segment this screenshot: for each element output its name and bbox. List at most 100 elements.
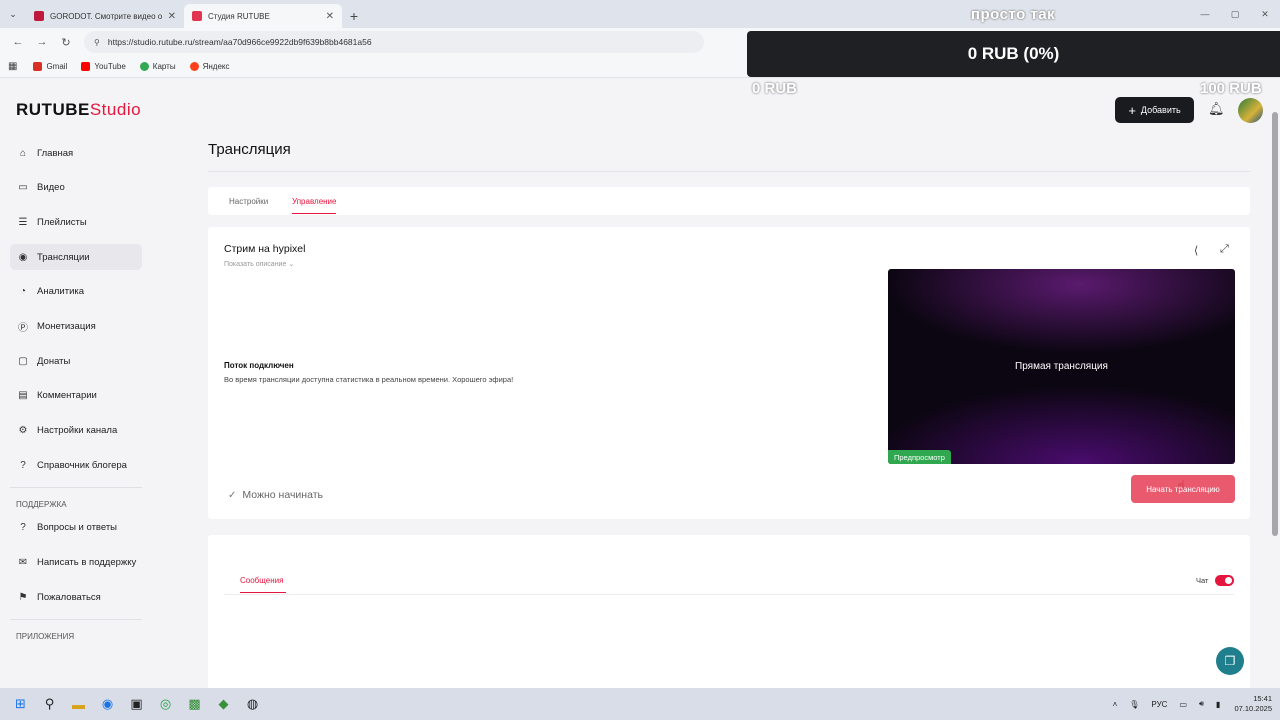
chat-toggle[interactable] — [1215, 575, 1234, 586]
forward-icon[interactable]: → — [30, 30, 54, 54]
logo-sub: Studio — [89, 100, 142, 119]
tab-settings[interactable]: Настройки — [229, 197, 268, 206]
sidebar-item-3[interactable]: ◉ Трансляции — [10, 244, 142, 271]
bookmark-gmail[interactable]: Gmail — [33, 62, 67, 71]
whatsapp-icon[interactable]: ◎ — [151, 688, 180, 720]
sidebar-item-label: Плейлисты — [37, 216, 87, 228]
sidebar-item-4[interactable]: ◔ Аналитика — [10, 279, 142, 305]
chat-bubble-icon: ❐ — [1224, 654, 1236, 668]
sidebar: ⌂ Главная ▭ Видео ☰ Плейлисты ◉ Трансляции ◔ Анал… — [10, 140, 145, 647]
windows-start-icon[interactable]: ⊞ — [6, 688, 35, 720]
sidebar-item-label: Монетизация — [37, 320, 96, 332]
page-scrollbar[interactable] — [1272, 112, 1278, 536]
bookmark-label: Gmail — [46, 62, 68, 71]
youtube-icon — [81, 62, 91, 71]
plus-icon: + — [1128, 102, 1136, 118]
sidebar-item-6[interactable]: ▢ Донаты — [10, 348, 142, 374]
add-button[interactable]: + Добавить — [1115, 97, 1194, 123]
tab-messages-underline — [240, 592, 286, 593]
chrome-icon[interactable]: ◉ — [93, 688, 122, 720]
sidebar-item-label: Комментарии — [37, 390, 97, 402]
obs-icon[interactable]: ◍ — [238, 688, 267, 720]
avatar[interactable] — [1238, 98, 1263, 123]
browser-tab-gorodot[interactable]: GORODOT. Смотрите видео он... ✕ — [26, 4, 184, 28]
stream-card: Стрим на hypixel Показать описание ⌄ ⟨ ⤢… — [208, 227, 1250, 519]
bookmark-maps[interactable]: Карты — [139, 62, 176, 71]
language-indicator[interactable]: РУС — [1151, 700, 1167, 709]
donate-icon: ▢ — [18, 355, 28, 367]
tab-close-icon[interactable]: ✕ — [168, 11, 176, 22]
tab-search-icon[interactable]: ⌄ — [0, 0, 26, 28]
apps-grid-icon[interactable]: ▦ — [8, 61, 17, 72]
tab-messages[interactable]: Сообщения — [240, 576, 283, 585]
sidebar-item-label: Написать в поддержку — [37, 557, 137, 569]
sidebar-support-item-1[interactable]: ✉ Написать в поддержку — [10, 550, 142, 576]
chevron-up-icon[interactable]: ˄ — [1113, 700, 1118, 709]
site-info-icon[interactable]: ⚲ — [94, 38, 100, 47]
share-icon[interactable]: ⟨ — [1194, 244, 1198, 257]
monitor-icon[interactable]: ▭ — [1179, 700, 1187, 709]
stream-preview[interactable]: Прямая трансляция Предпросмотр — [888, 269, 1235, 464]
add-button-label: Добавить — [1140, 105, 1181, 115]
sidebar-item-label: Видео — [37, 182, 65, 194]
donation-goal-amount: 0 RUB (0%) — [967, 44, 1060, 63]
url-field[interactable]: ⚲ https://studio.rutube.ru/stream/aa70d9… — [84, 31, 704, 53]
sidebar-support-item-0[interactable]: ? Вопросы и ответы — [10, 515, 142, 541]
system-tray: ˄ 🎙︎ РУС ▭ 🔊︎ ▮ 15:41 07.10.2025 — [1101, 688, 1272, 720]
tab-manage[interactable]: Управление — [292, 197, 337, 214]
bookmark-youtube[interactable]: YouTube — [81, 62, 126, 71]
bookmark-label: YouTube — [94, 62, 126, 71]
analytics-icon: ◔ — [19, 286, 27, 298]
external-link-icon[interactable]: ⤢ — [1220, 243, 1229, 256]
chat-toggle-label: Чат — [1196, 576, 1209, 585]
close-window-icon[interactable]: ✕ — [1250, 0, 1280, 28]
donation-goal-max: 100 RUB — [1200, 80, 1262, 97]
browser-tab-studio[interactable]: Студия RUTUBE ✕ — [184, 4, 342, 28]
battery-icon[interactable]: ▮ — [1216, 700, 1220, 709]
maximize-icon[interactable]: ▢ — [1220, 0, 1250, 28]
excel-icon[interactable]: ▩ — [180, 688, 209, 720]
minecraft-icon[interactable]: ◆ — [209, 688, 238, 720]
yandex-icon — [189, 62, 199, 71]
clock[interactable]: 15:41 07.10.2025 — [1234, 694, 1272, 714]
sidebar-support-item-2[interactable]: ⚑ Пожаловаться — [10, 584, 142, 610]
back-icon[interactable]: ← — [6, 30, 30, 54]
title-divider — [208, 171, 1250, 172]
sidebar-item-5[interactable]: Ⓟ Монетизация — [10, 313, 142, 339]
studio-favicon-icon — [192, 11, 202, 21]
apps-heading: ПРИЛОЖЕНИЯ — [16, 631, 75, 641]
tab-title: GORODOT. Смотрите видео он... — [50, 11, 162, 21]
window-controls: — ▢ ✕ — [1190, 0, 1280, 28]
flag-icon: ⚑ — [18, 591, 28, 603]
sidebar-item-0[interactable]: ⌂ Главная — [10, 140, 142, 166]
rutube-studio-logo[interactable]: RUTUBEStudio — [16, 100, 141, 120]
bell-icon[interactable]: 🔔︎ — [1208, 101, 1225, 117]
sidebar-divider — [10, 486, 142, 488]
minimize-icon[interactable]: — — [1190, 0, 1220, 28]
support-chat-button[interactable]: ❐ — [1216, 647, 1244, 675]
sidebar-item-8[interactable]: ⚙ Настройки канала — [10, 418, 142, 444]
volume-icon[interactable]: 🔊︎ — [1199, 699, 1204, 709]
bookmark-label: Яндекс — [202, 62, 230, 71]
chat-card: Сообщения Чат — [208, 535, 1250, 695]
show-description-label: Показать описание — [224, 261, 287, 268]
search-icon[interactable]: ⚲ — [35, 688, 64, 720]
app-icon[interactable]: ▣ — [122, 688, 151, 720]
sidebar-item-1[interactable]: ▭ Видео — [10, 175, 142, 201]
home-icon: ⌂ — [19, 147, 27, 159]
sidebar-item-7[interactable]: ▤ Комментарии — [10, 383, 142, 409]
gmail-icon — [33, 62, 43, 71]
help-icon: ? — [20, 459, 26, 471]
reload-icon[interactable]: ↻ — [54, 30, 78, 54]
gear-icon: ⚙ — [18, 425, 28, 436]
sidebar-item-label: Аналитика — [37, 286, 85, 298]
sidebar-item-2[interactable]: ☰ Плейлисты — [10, 209, 142, 235]
microphone-icon[interactable]: 🎙︎ — [1129, 700, 1139, 709]
new-tab-button[interactable]: + — [342, 4, 366, 28]
show-description-toggle[interactable]: Показать описание ⌄ — [224, 260, 294, 268]
sidebar-item-label: Настройки канала — [37, 425, 118, 436]
sidebar-item-9[interactable]: ? Справочник блогера — [10, 452, 142, 478]
bookmark-yandex[interactable]: Яндекс — [189, 62, 230, 71]
file-explorer-icon[interactable]: ▬ — [64, 688, 93, 720]
tab-close-icon[interactable]: ✕ — [326, 11, 334, 22]
